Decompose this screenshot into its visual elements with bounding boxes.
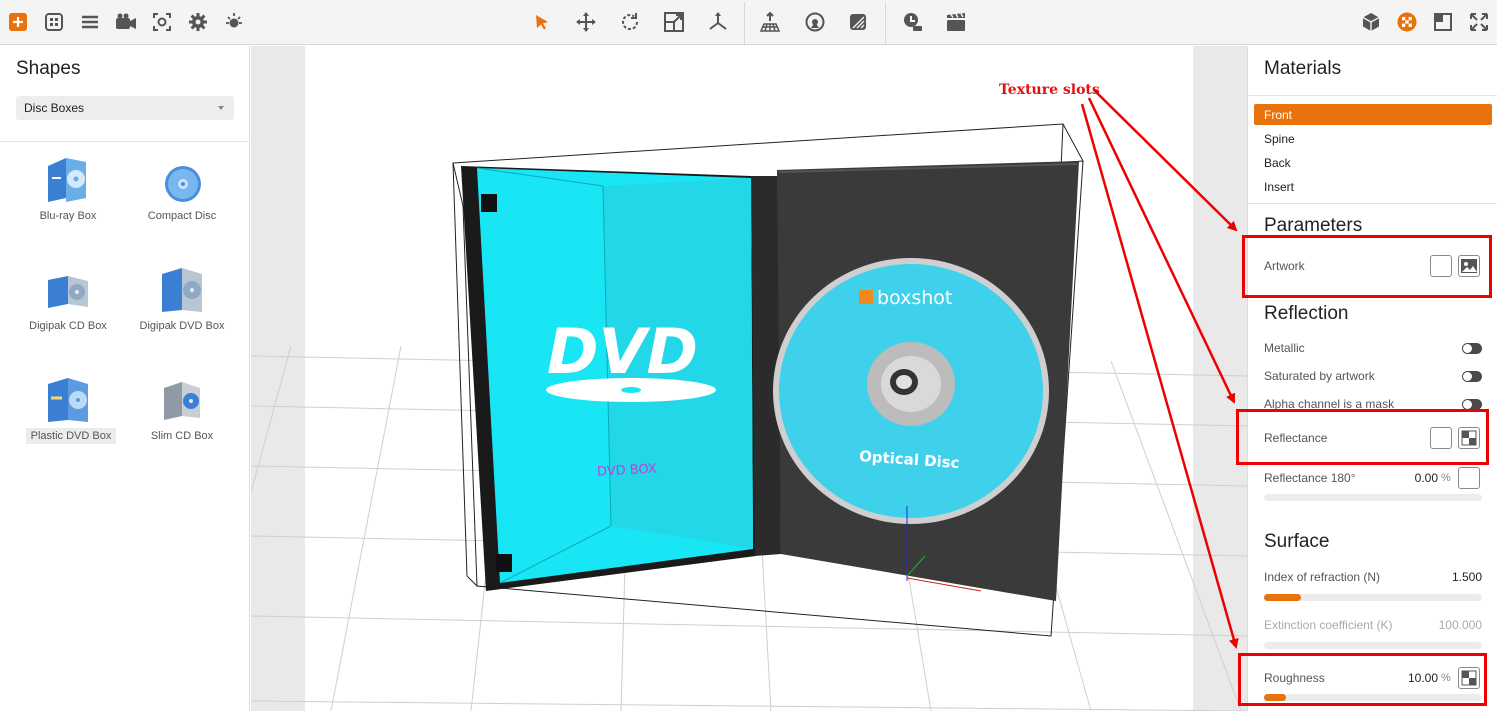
shape-item-label: Compact Disc [147, 210, 217, 222]
parameters-title: Parameters [1264, 215, 1363, 236]
scale-icon[interactable] [660, 8, 688, 36]
bluray-box-icon [45, 154, 91, 204]
annotation-texture-slots: Texture slots [999, 82, 1100, 98]
reflection-title: Reflection [1264, 303, 1349, 324]
shapes-panel: Shapes Disc Boxes Blu-ray Box Compact Di… [0, 46, 250, 711]
reflectance180-value[interactable]: 0.00 [1398, 471, 1438, 485]
shape-item-digipak-dvd-box[interactable]: Digipak DVD Box [127, 258, 237, 358]
axes-icon[interactable] [704, 8, 732, 36]
shape-item-label: Plastic DVD Box [26, 428, 116, 444]
timer-icon[interactable] [898, 8, 926, 36]
shape-item-digipak-cd-box[interactable]: Digipak CD Box [13, 258, 123, 358]
chevron-down-icon [218, 106, 224, 110]
shape-item-label: Digipak CD Box [29, 320, 107, 332]
shape-item-label: Slim CD Box [150, 430, 214, 442]
rotate-icon[interactable] [616, 8, 644, 36]
saturated-toggle[interactable] [1462, 371, 1482, 382]
app-window: Shapes Disc Boxes Blu-ray Box Compact Di… [0, 0, 1497, 711]
metallic-toggle[interactable] [1462, 343, 1482, 354]
grid-icon[interactable] [40, 8, 68, 36]
metallic-label: Metallic [1264, 341, 1305, 355]
materials-icon[interactable] [1393, 8, 1421, 36]
3d-viewport[interactable]: DVD DVD BOX boxshot Optical Disc Texture… [251, 46, 1247, 711]
shape-category-select[interactable]: Disc Boxes [16, 96, 234, 120]
annotation-box-artwork [1242, 235, 1492, 298]
ior-value[interactable]: 1.500 [1418, 570, 1482, 584]
digipak-cd-icon [45, 264, 91, 314]
cube-icon[interactable] [1357, 8, 1385, 36]
list-icon[interactable] [76, 8, 104, 36]
shape-category-value: Disc Boxes [24, 101, 85, 115]
compact-disc-icon [159, 154, 205, 204]
disc-brand-text: boxshot [877, 287, 952, 309]
annotation-box-reflectance [1236, 409, 1489, 465]
camera-icon[interactable] [112, 8, 140, 36]
materials-title: Materials [1264, 58, 1342, 79]
surface-title: Surface [1264, 531, 1330, 552]
select-arrow-icon[interactable] [528, 8, 556, 36]
floor-icon[interactable] [756, 8, 784, 36]
ior-slider[interactable] [1264, 594, 1482, 601]
scene-render: DVD DVD BOX boxshot Optical Disc [251, 123, 1247, 711]
toolbar-separator [744, 2, 745, 44]
clapper-icon[interactable] [942, 8, 970, 36]
gear-icon[interactable] [184, 8, 212, 36]
fullscreen-icon[interactable] [1465, 8, 1493, 36]
dvd-logo-text: DVD [547, 315, 698, 388]
light-icon[interactable] [220, 8, 248, 36]
main-toolbar [0, 0, 1497, 45]
add-icon[interactable] [4, 8, 32, 36]
window-icon[interactable] [1429, 8, 1457, 36]
shape-item-compact-disc[interactable]: Compact Disc [127, 148, 237, 248]
slim-cd-icon [159, 374, 205, 424]
shape-item-label: Digipak DVD Box [139, 320, 225, 332]
percent-unit: % [1441, 472, 1451, 484]
target-icon[interactable] [801, 8, 829, 36]
reflectance180-label: Reflectance 180° [1264, 471, 1356, 485]
material-item-front[interactable]: Front [1254, 104, 1492, 125]
shape-item-bluray-box[interactable]: Blu-ray Box [13, 148, 123, 248]
toolbar-separator [885, 2, 886, 44]
slider-fill [1264, 594, 1302, 601]
divider [1248, 95, 1497, 96]
shapes-title: Shapes [16, 58, 81, 79]
ior-label: Index of refraction (N) [1264, 570, 1381, 584]
extinction-value: 100.000 [1438, 618, 1482, 632]
reflectance180-slider[interactable] [1264, 494, 1482, 501]
divider [0, 141, 250, 142]
extinction-slider [1264, 642, 1482, 649]
material-item-back[interactable]: Back [1254, 152, 1492, 173]
shape-item-plastic-dvd-box[interactable]: Plastic DVD Box [3, 368, 116, 468]
annotation-box-roughness [1238, 653, 1487, 706]
divider [1248, 203, 1497, 204]
texture-icon[interactable] [844, 8, 872, 36]
dvd-box-label: DVD BOX [597, 462, 658, 480]
shape-item-label: Blu-ray Box [39, 210, 97, 222]
move-icon[interactable] [572, 8, 600, 36]
shape-item-slim-cd-box[interactable]: Slim CD Box [127, 368, 237, 468]
plastic-dvd-icon [45, 374, 91, 424]
properties-panel: Materials Front Spine Back Insert Parame… [1247, 46, 1497, 711]
saturated-label: Saturated by artwork [1264, 369, 1375, 383]
snapshot-icon[interactable] [148, 8, 176, 36]
material-item-insert[interactable]: Insert [1254, 176, 1492, 197]
digipak-dvd-icon [159, 264, 205, 314]
extinction-label: Extinction coefficient (K) [1264, 618, 1393, 632]
reflectance180-slot[interactable] [1458, 467, 1480, 489]
material-item-spine[interactable]: Spine [1254, 128, 1492, 149]
